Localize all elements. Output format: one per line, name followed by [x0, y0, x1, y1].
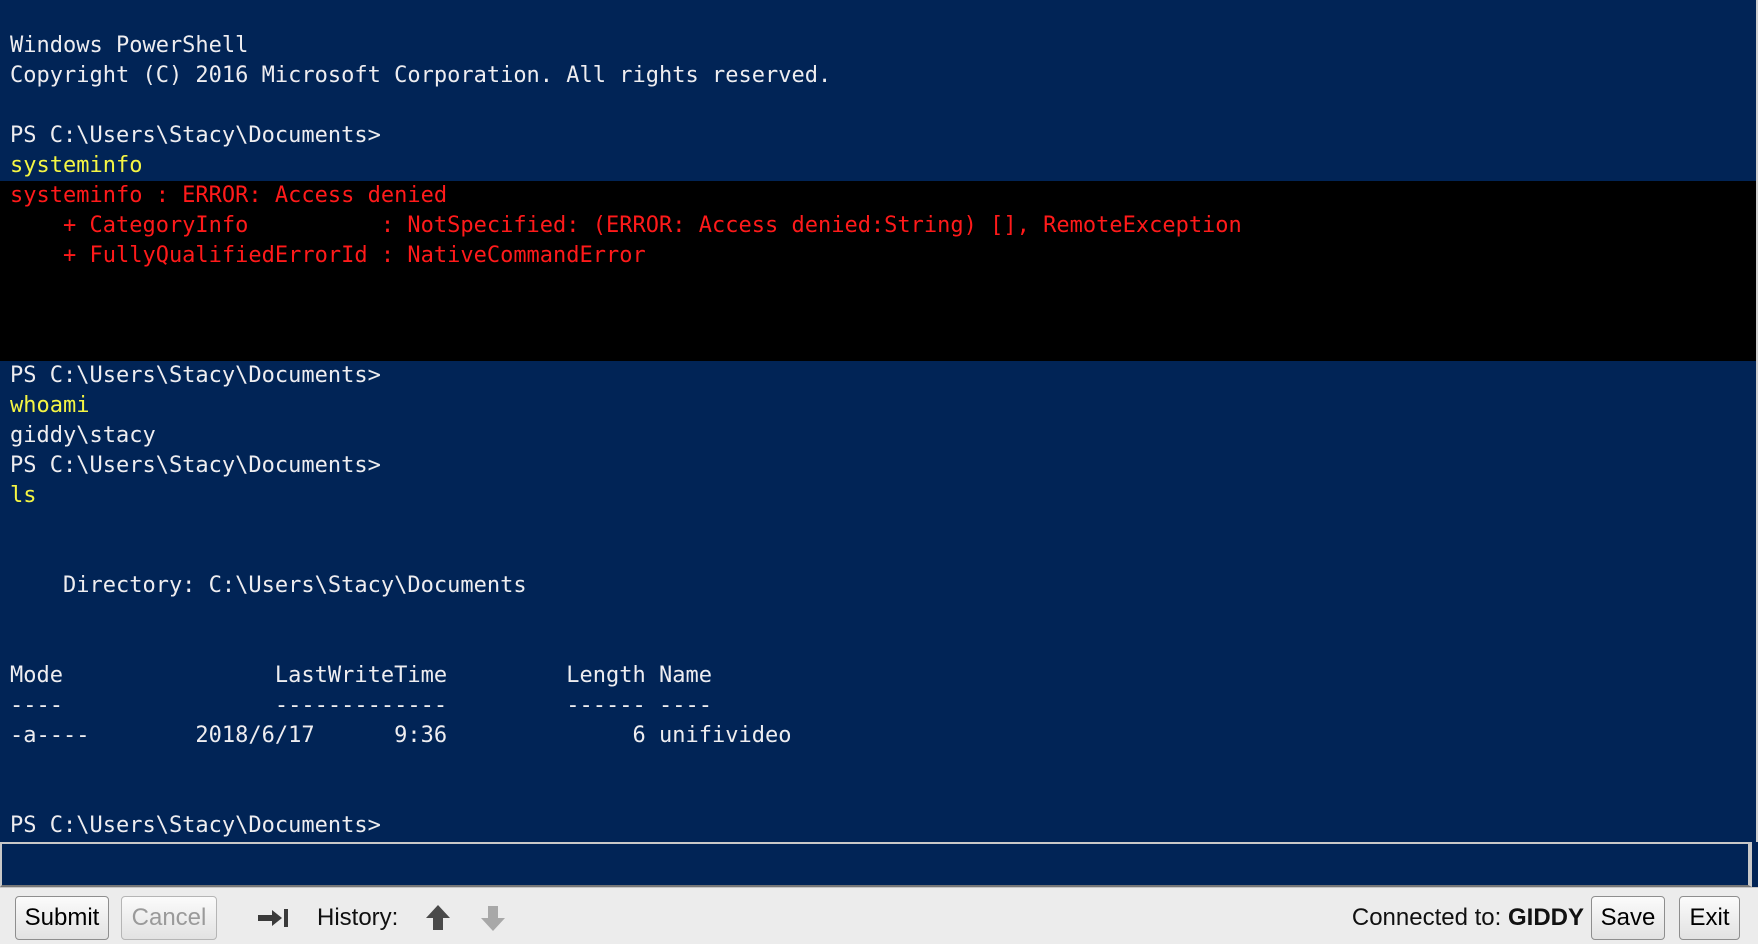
table-header: Mode LastWriteTime Length Name: [10, 663, 712, 688]
command-input[interactable]: [0, 842, 1752, 887]
console-prompt: PS C:\Users\Stacy\Documents>: [10, 813, 381, 838]
cancel-button[interactable]: Cancel: [121, 896, 217, 940]
table-row: -a---- 2018/6/17 9:36 6 unifivideo: [10, 723, 792, 748]
console-prompt: PS C:\Users\Stacy\Documents>: [10, 363, 381, 388]
console-prompt: PS C:\Users\Stacy\Documents>: [10, 123, 381, 148]
error-block: systeminfo : ERROR: Access denied + Cate…: [0, 181, 1756, 361]
console-output-line: giddy\stacy: [10, 423, 156, 448]
console-command: systeminfo: [10, 153, 143, 178]
save-button[interactable]: Save: [1591, 896, 1665, 940]
error-category-info: + CategoryInfo : NotSpecified: (ERROR: A…: [10, 213, 1242, 238]
console-command: whoami: [10, 393, 90, 418]
directory-heading: Directory: C:\Users\Stacy\Documents: [10, 573, 527, 598]
connection-status: Connected to: GIDDY: [1352, 896, 1584, 940]
connected-label: Connected to:: [1351, 904, 1502, 931]
arrow-up-icon[interactable]: [422, 896, 454, 940]
host-name: GIDDY: [1507, 904, 1584, 931]
error-message: systeminfo : ERROR: Access denied: [10, 183, 448, 208]
table-separator: ---- ------------- ------ ----: [10, 693, 712, 718]
history-label: History:: [317, 904, 399, 931]
arrow-down-icon[interactable]: [477, 896, 509, 940]
error-fully-qualified-id: + FullyQualifiedErrorId : NativeCommandE…: [10, 243, 646, 268]
tab-complete-icon[interactable]: [254, 896, 292, 940]
submit-button[interactable]: Submit: [15, 896, 109, 940]
console-command: ls: [10, 483, 37, 508]
console-prompt: PS C:\Users\Stacy\Documents>: [10, 453, 381, 478]
console-header-copyright: Copyright (C) 2016 Microsoft Corporation…: [10, 63, 832, 88]
console-output[interactable]: Windows PowerShell Copyright (C) 2016 Mi…: [0, 0, 1758, 842]
exit-button[interactable]: Exit: [1679, 896, 1740, 940]
toolbar: Submit Cancel History: Connected to: GID…: [0, 887, 1758, 944]
console-header-title: Windows PowerShell: [10, 33, 249, 58]
